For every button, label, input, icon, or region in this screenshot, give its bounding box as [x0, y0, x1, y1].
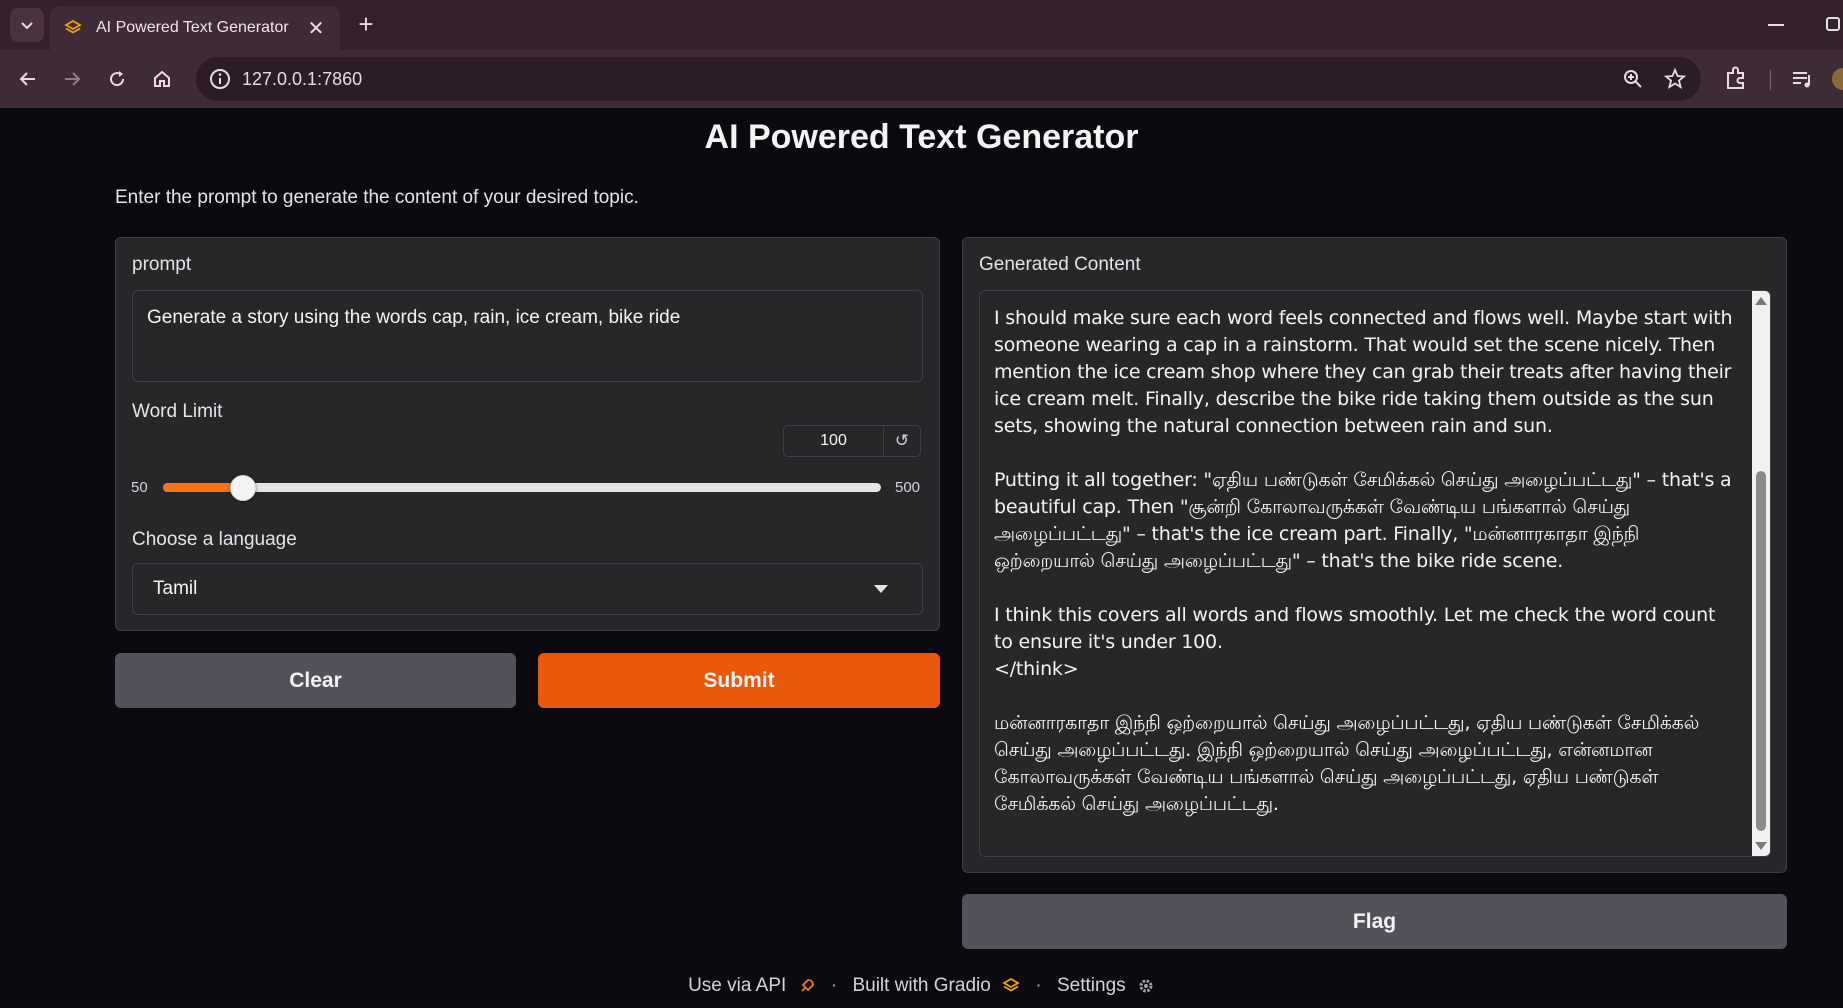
minimize-window-button[interactable] [1768, 24, 1784, 26]
zoom-icon[interactable] [1621, 67, 1645, 91]
close-icon[interactable]: ✕ [306, 16, 326, 41]
input-panel: prompt Generate a story using the words … [115, 237, 940, 631]
scrollbar-thumb[interactable] [1756, 471, 1766, 831]
home-button[interactable] [146, 63, 178, 95]
browser-nav-bar: 127.0.0.1:7860 [0, 50, 1843, 108]
arrow-left-icon [19, 72, 35, 86]
prompt-label: prompt [132, 254, 192, 275]
footer-separator: · [830, 975, 838, 996]
word-limit-slider[interactable] [163, 475, 881, 501]
output-label: Generated Content [979, 254, 1141, 275]
tab-title: AI Powered Text Generator [96, 19, 289, 36]
language-label: Choose a language [132, 529, 297, 550]
slider-min-label: 50 [131, 479, 148, 496]
toolbar-divider [1770, 70, 1771, 90]
scroll-down-arrow-icon[interactable] [1755, 842, 1767, 850]
reload-icon [110, 71, 125, 87]
clear-button[interactable]: Clear [115, 653, 516, 708]
page-description: Enter the prompt to generate the content… [115, 187, 639, 208]
generated-content-textbox[interactable]: I should make sure each word feels conne… [979, 290, 1771, 857]
gradio-logo-icon [64, 19, 82, 34]
word-limit-number-input[interactable]: 100 ↺ [783, 425, 921, 457]
use-via-api-link[interactable]: Use via API [688, 975, 786, 996]
tab-search-button[interactable] [10, 8, 44, 42]
chevron-down-icon [21, 22, 33, 30]
media-controls-icon[interactable] [1786, 63, 1818, 95]
extensions-icon[interactable] [1720, 63, 1752, 95]
home-icon [154, 70, 170, 87]
flag-button[interactable]: Flag [962, 894, 1787, 949]
word-limit-value[interactable]: 100 [784, 426, 884, 456]
language-selected-value: Tamil [153, 578, 198, 599]
reset-icon[interactable]: ↺ [884, 426, 920, 456]
bookmark-star-icon[interactable] [1663, 67, 1687, 91]
rocket-icon [800, 979, 814, 992]
prompt-input[interactable]: Generate a story using the words cap, ra… [132, 290, 923, 382]
address-bar[interactable]: 127.0.0.1:7860 [196, 57, 1701, 101]
reload-button[interactable] [101, 63, 133, 95]
url-text[interactable]: 127.0.0.1:7860 [242, 69, 362, 90]
language-dropdown[interactable]: Tamil [132, 563, 923, 615]
browser-tab-bar: AI Powered Text Generator ✕ + [0, 0, 1843, 50]
submit-button[interactable]: Submit [538, 653, 940, 708]
gradio-logo-icon [1002, 977, 1020, 992]
caret-down-icon [874, 585, 888, 593]
profile-avatar[interactable] [1832, 68, 1843, 90]
built-with-gradio-link[interactable]: Built with Gradio [852, 975, 990, 996]
forward-button[interactable] [56, 63, 88, 95]
gear-icon [1139, 979, 1153, 993]
new-tab-button[interactable]: + [352, 10, 380, 38]
back-button[interactable] [12, 63, 44, 95]
output-panel: Generated Content I should make sure eac… [962, 237, 1787, 873]
slider-thumb[interactable] [229, 475, 256, 501]
output-scrollbar[interactable] [1752, 291, 1770, 856]
word-limit-label: Word Limit [132, 401, 223, 422]
footer-separator: · [1035, 975, 1042, 996]
gradio-app: AI Powered Text Generator Enter the prom… [0, 108, 1843, 1008]
footer: Use via API · Built with Gradio · Settin… [0, 975, 1843, 997]
scroll-up-arrow-icon[interactable] [1755, 297, 1767, 305]
maximize-window-button[interactable] [1826, 17, 1840, 31]
generated-content-text: I should make sure each word feels conne… [994, 307, 1733, 815]
slider-max-label: 500 [895, 479, 921, 496]
settings-link[interactable]: Settings [1057, 975, 1126, 996]
browser-tab-active[interactable]: AI Powered Text Generator ✕ [50, 6, 340, 50]
arrow-right-icon [65, 72, 81, 86]
site-info-icon[interactable] [208, 67, 232, 91]
page-title: AI Powered Text Generator [704, 118, 1139, 156]
